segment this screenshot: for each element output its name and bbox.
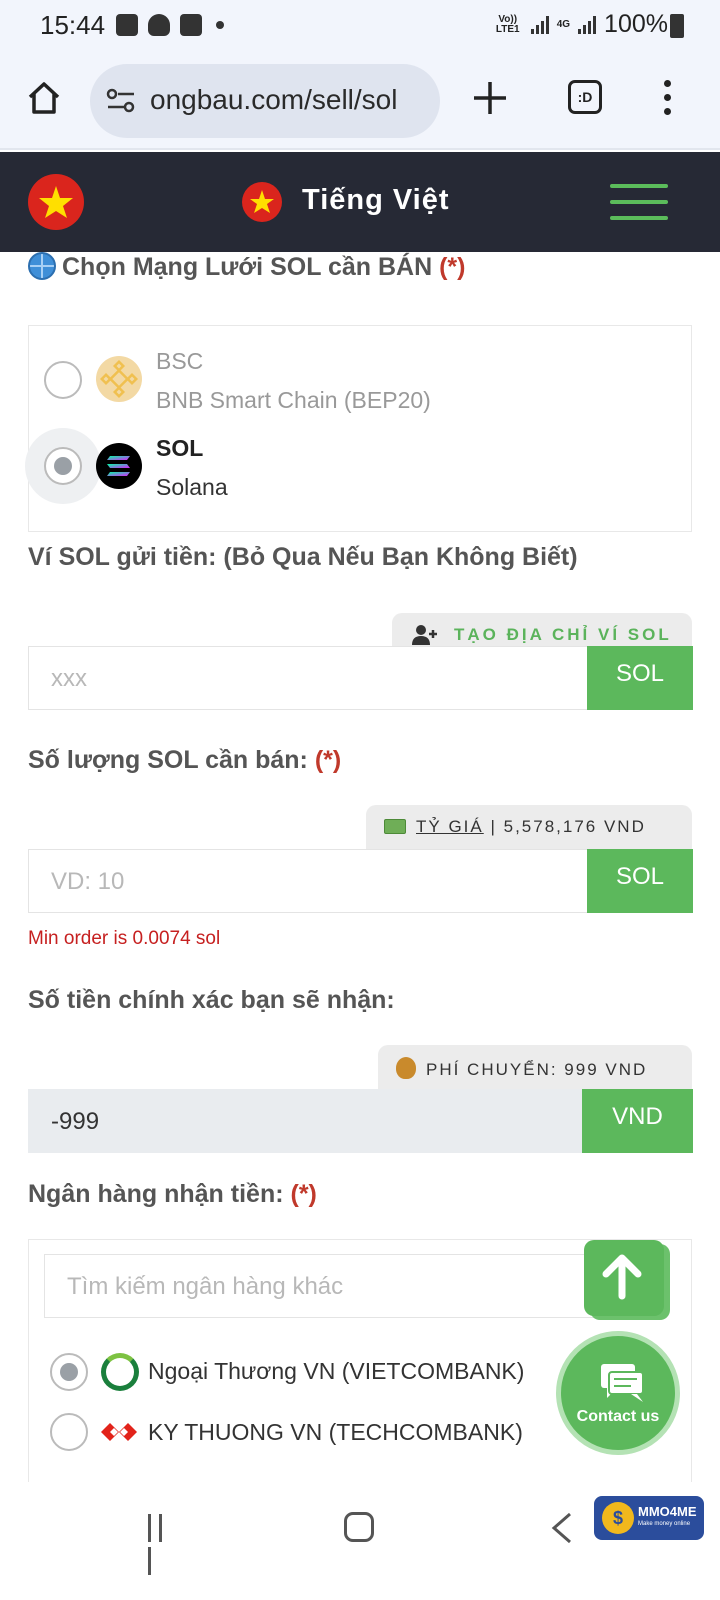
bank-search-input[interactable]: Tìm kiếm ngân hàng khác [44, 1254, 604, 1318]
gallery-notification-icon [116, 14, 138, 36]
system-back-icon[interactable] [550, 1512, 574, 1544]
create-wallet-label: TẠO ĐỊA CHỈ VÍ SOL [454, 625, 672, 644]
bank-label: Ngân hàng nhận tiền: (*) [28, 1180, 317, 1208]
notification-icons [116, 14, 224, 36]
url-text: ongbau.com/sell/sol [150, 84, 398, 115]
radio-techcombank[interactable] [50, 1413, 88, 1451]
chat-icon [601, 1364, 644, 1402]
url-bar[interactable]: ongbau.com/sell/sol [90, 64, 440, 138]
required-mark: (*) [439, 253, 466, 281]
transfer-fee-text: PHÍ CHUYỂN: 999 VND [426, 1060, 648, 1079]
money-icon [384, 819, 406, 834]
facebook-notification-icon [180, 14, 202, 36]
min-order-error: Min order is 0.0074 sol [28, 928, 221, 949]
user-plus-icon [412, 625, 437, 645]
more-notifications-dot-icon [216, 21, 224, 29]
bnb-icon [96, 356, 142, 402]
mmo4me-watermark: $ MMO4ME Make money online [594, 1496, 704, 1540]
battery-percent: 100% [604, 10, 668, 38]
radio-bsc[interactable] [44, 361, 82, 399]
arrow-up-icon [602, 1254, 642, 1300]
watermark-brand: MMO4ME [638, 1504, 697, 1519]
receive-currency-addon: VND [582, 1089, 693, 1153]
reddit-notification-icon [148, 14, 170, 36]
status-bar: 15:44 Vo)) LTE1 4G 100% [0, 0, 720, 52]
browser-toolbar: ongbau.com/sell/sol :D [0, 52, 720, 150]
exchange-rate-link[interactable]: TỶ GIÁ [416, 817, 484, 836]
vietcombank-icon [101, 1353, 139, 1391]
tab-switcher-button[interactable]: :D [568, 80, 602, 114]
recent-apps-icon[interactable] [148, 1514, 178, 1575]
site-header: Tiếng Việt [0, 152, 720, 252]
amount-currency-addon: SOL [587, 849, 693, 913]
battery-icon [670, 14, 684, 38]
signal-2-icon [578, 15, 597, 34]
hamburger-menu-icon[interactable] [610, 184, 668, 220]
required-mark: (*) [290, 1180, 317, 1208]
amount-label: Số lượng SOL cần bán: (*) [28, 746, 342, 774]
exchange-rate-pill: TỶ GIÁ | 5,578,176 VND [366, 805, 692, 849]
wallet-address-placeholder: xxx [51, 665, 87, 692]
contact-us-label: Contact us [576, 1408, 660, 1425]
required-mark: (*) [314, 746, 342, 774]
receive-amount-value: -999 [51, 1108, 100, 1135]
home-icon[interactable] [26, 80, 62, 116]
contact-us-button[interactable]: Contact us [556, 1331, 680, 1455]
bank-search-placeholder: Tìm kiếm ngân hàng khác [67, 1273, 344, 1300]
receive-amount-field: -999 VND [28, 1089, 693, 1153]
radio-sol[interactable] [44, 447, 82, 485]
vietnam-flag-logo[interactable] [28, 174, 84, 230]
net-type-indicator: 4G [556, 18, 571, 30]
network-options: BSC BNB Smart Chain (BEP20) SOL Solana [25, 325, 692, 532]
wallet-label: Ví SOL gửi tiền: (Bỏ Qua Nếu Bạn Không B… [28, 543, 578, 571]
techcombank-icon [101, 1423, 137, 1441]
language-flag-icon[interactable] [242, 182, 282, 222]
globe-icon [28, 252, 56, 280]
sol-amount-input[interactable]: VD: 10 SOL [28, 849, 693, 913]
radio-vietcombank[interactable] [50, 1353, 88, 1391]
scroll-to-top-button[interactable] [584, 1240, 664, 1316]
solana-icon [96, 443, 142, 489]
status-time: 15:44 [40, 10, 106, 40]
network-label: Chọn Mạng Lưới SOL cần BÁN (*) [28, 252, 466, 282]
language-selector[interactable]: Tiếng Việt [302, 184, 450, 217]
bank-name-vietcombank[interactable]: Ngoại Thương VN (VIETCOMBANK) [148, 1358, 524, 1385]
watermark-tagline: Make money online [638, 1521, 691, 1527]
receive-label: Số tiền chính xác bạn sẽ nhận: [28, 986, 395, 1014]
browser-menu-icon[interactable] [664, 80, 672, 116]
sell-form: Chọn Mạng Lưới SOL cần BÁN (*) BSC BNB S… [0, 252, 720, 1510]
new-tab-icon[interactable] [470, 78, 510, 118]
bank-name-techcombank[interactable]: KY THUONG VN (TECHCOMBANK) [148, 1419, 523, 1446]
site-settings-icon[interactable] [106, 88, 136, 114]
transfer-fee-pill: PHÍ CHUYỂN: 999 VND [378, 1045, 692, 1089]
system-nav-bar: $ MMO4ME Make money online [0, 1482, 720, 1600]
dollar-coin-icon: $ [602, 1502, 634, 1534]
network-subtitle-bsc: BNB Smart Chain (BEP20) [156, 387, 431, 413]
money-bag-icon [396, 1057, 416, 1079]
signal-1-icon [530, 15, 549, 34]
sol-amount-placeholder: VD: 10 [51, 868, 125, 895]
wallet-address-input[interactable]: xxx SOL [28, 646, 693, 710]
network-name-sol[interactable]: SOL [156, 435, 203, 462]
network-name-bsc[interactable]: BSC [156, 348, 203, 375]
volte-indicator: Vo)) LTE1 [495, 13, 520, 35]
system-home-icon[interactable] [344, 1512, 374, 1542]
wallet-currency-addon: SOL [587, 646, 693, 710]
network-subtitle-sol: Solana [156, 474, 228, 500]
status-right: Vo)) LTE1 4G 100% [493, 10, 668, 39]
exchange-rate-value: | 5,578,176 VND [490, 817, 646, 836]
